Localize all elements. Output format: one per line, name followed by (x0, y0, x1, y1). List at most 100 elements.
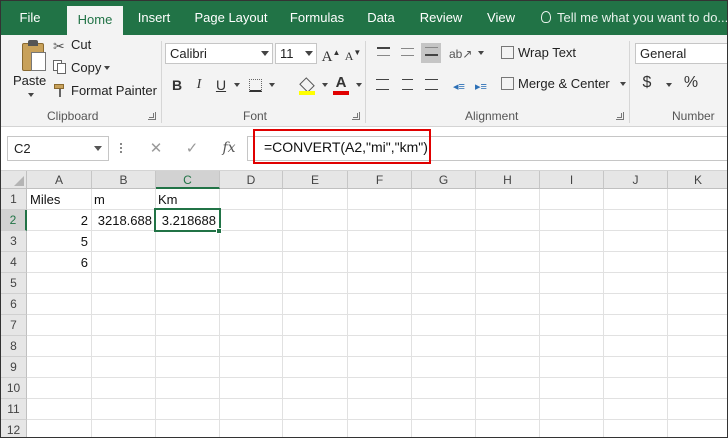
column-header-e[interactable]: E (283, 171, 348, 189)
alignment-group-label: Alignment (465, 109, 519, 123)
align-right-button[interactable] (421, 75, 441, 95)
bottom-align-button[interactable] (421, 43, 441, 63)
font-color-dropdown-icon[interactable] (356, 83, 362, 87)
align-left-icon (376, 79, 389, 90)
resize-handle-icon[interactable] (119, 141, 123, 157)
tab-data[interactable]: Data (361, 1, 401, 35)
alignment-launcher-icon[interactable] (616, 112, 624, 120)
cell-a1[interactable]: Miles (27, 189, 91, 210)
copy-button[interactable]: Copy (53, 58, 111, 78)
orientation-dropdown-icon[interactable] (478, 51, 484, 55)
align-center-button[interactable] (397, 75, 417, 95)
row-header-2[interactable]: 2 (1, 210, 27, 231)
fill-color-button[interactable] (297, 75, 317, 95)
decrease-font-button[interactable]: A▼ (343, 43, 363, 63)
orientation-button[interactable]: ab↗ (449, 43, 472, 63)
tab-insert[interactable]: Insert (129, 1, 179, 35)
merge-dropdown-icon[interactable] (619, 82, 626, 86)
cell-b2[interactable]: 3218.688 (91, 210, 155, 231)
italic-button[interactable]: I (189, 75, 209, 95)
gridline (27, 419, 727, 420)
row-header-10[interactable]: 10 (1, 378, 27, 399)
column-header-d[interactable]: D (220, 171, 283, 189)
cell-c1[interactable]: Km (155, 189, 219, 210)
row-header-5[interactable]: 5 (1, 273, 27, 294)
font-size-select[interactable]: 11 (275, 43, 317, 64)
cell-a3[interactable]: 5 (27, 231, 91, 252)
enter-formula-button[interactable]: ✓ (177, 136, 207, 161)
borders-icon (248, 79, 262, 92)
gridline (27, 398, 727, 399)
copy-dropdown-icon[interactable] (104, 66, 111, 70)
paste-dropdown-icon[interactable] (28, 93, 34, 97)
top-align-button[interactable] (373, 43, 393, 63)
grow-font-icon: A (321, 49, 333, 65)
borders-button[interactable] (245, 75, 265, 95)
row-header-3[interactable]: 3 (1, 231, 27, 252)
ribbon-tab-bar: File Home Insert Page Layout Formulas Da… (1, 1, 727, 35)
row-header-1[interactable]: 1 (1, 189, 27, 210)
accounting-format-button[interactable]: $ (637, 73, 657, 93)
column-header-j[interactable]: J (604, 171, 668, 189)
tab-view[interactable]: View (479, 1, 523, 35)
wrap-text-button[interactable]: Wrap Text (501, 43, 576, 63)
cut-button[interactable]: ✂ Cut (53, 35, 91, 55)
tell-me-box[interactable]: Tell me what you want to do... (541, 1, 727, 35)
underline-dropdown-icon[interactable] (234, 83, 240, 87)
column-header-h[interactable]: H (476, 171, 540, 189)
bold-button[interactable]: B (167, 75, 187, 95)
increase-font-button[interactable]: A▲ (321, 43, 341, 65)
paste-button[interactable]: Paste (7, 35, 49, 101)
tab-file[interactable]: File (7, 1, 53, 35)
row-header-12[interactable]: 12 (1, 420, 27, 437)
row-header-4[interactable]: 4 (1, 252, 27, 273)
column-header-g[interactable]: G (412, 171, 476, 189)
middle-align-button[interactable] (397, 43, 417, 63)
formula-text[interactable]: =CONVERT(A2,"mi","km") (264, 139, 428, 155)
font-name-select[interactable]: Calibri (165, 43, 273, 64)
row-header-6[interactable]: 6 (1, 294, 27, 315)
decrease-indent-button[interactable]: ◂≡ (449, 75, 469, 95)
tab-page-layout[interactable]: Page Layout (189, 1, 273, 35)
cell-a4[interactable]: 6 (27, 252, 91, 273)
column-header-f[interactable]: F (348, 171, 412, 189)
align-right-icon (425, 79, 438, 90)
align-left-button[interactable] (373, 75, 393, 95)
merge-center-button[interactable]: Merge & Center (501, 74, 626, 94)
increase-indent-button[interactable]: ▸≡ (471, 75, 491, 95)
fill-handle[interactable] (216, 228, 222, 234)
cell-a2[interactable]: 2 (27, 210, 91, 231)
row-header-11[interactable]: 11 (1, 399, 27, 420)
fill-color-dropdown-icon[interactable] (322, 83, 328, 87)
font-color-button[interactable]: A (331, 73, 351, 95)
cell-b1[interactable]: m (91, 189, 155, 210)
cancel-formula-button[interactable]: ✕ (141, 136, 171, 161)
tab-review[interactable]: Review (413, 1, 469, 35)
font-launcher-icon[interactable] (352, 112, 360, 120)
tab-formulas[interactable]: Formulas (283, 1, 351, 35)
column-header-b[interactable]: B (92, 171, 156, 189)
row-header-9[interactable]: 9 (1, 357, 27, 378)
percent-style-button[interactable]: % (681, 73, 701, 93)
column-header-c[interactable]: C (156, 171, 220, 189)
decrease-indent-icon: ◂≡ (453, 81, 465, 93)
select-all-button[interactable] (1, 171, 27, 189)
align-bottom-icon (424, 47, 438, 56)
align-center-icon (401, 79, 413, 90)
clipboard-launcher-icon[interactable] (148, 112, 156, 120)
accounting-dropdown-icon[interactable] (666, 83, 672, 87)
underline-button[interactable]: U (211, 75, 231, 95)
number-format-select[interactable]: General (635, 43, 727, 64)
insert-function-button[interactable]: fx (214, 136, 244, 161)
format-painter-button[interactable]: Format Painter (53, 81, 157, 101)
row-header-8[interactable]: 8 (1, 336, 27, 357)
worksheet-grid[interactable]: A B C D E F G H I J K 1 2 3 4 5 6 7 8 9 … (1, 171, 727, 437)
borders-dropdown-icon[interactable] (269, 83, 275, 87)
column-header-a[interactable]: A (27, 171, 92, 189)
name-box[interactable]: C2 (7, 136, 109, 161)
row-header-7[interactable]: 7 (1, 315, 27, 336)
column-header-k[interactable]: K (668, 171, 727, 189)
column-header-i[interactable]: I (540, 171, 604, 189)
tab-home[interactable]: Home (67, 6, 123, 35)
font-size-value: 11 (280, 46, 294, 61)
